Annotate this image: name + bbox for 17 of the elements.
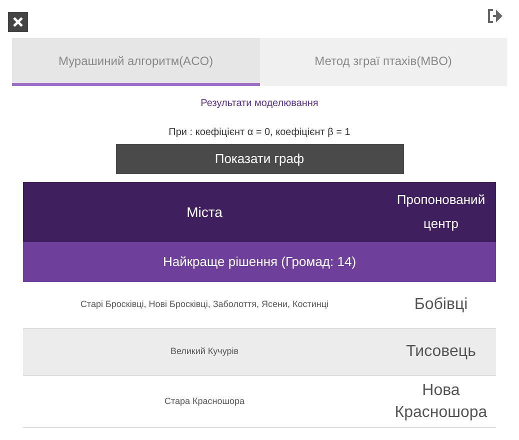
table-cell-text: Нова Красношора [394, 380, 488, 422]
results-title: Результати моделювання [200, 97, 318, 111]
group-header: Найкраще рішення (Громад: 14) [23, 242, 496, 282]
table-cell-text: Бобівці [413, 295, 469, 315]
table-cell-text: Стара Красношора [163, 394, 246, 408]
close-icon [13, 17, 23, 27]
column-header: Пропонований центр [396, 191, 486, 233]
tab[interactable]: Мурашиний алгоритм(ACO) [12, 38, 260, 86]
table-cell-text: Тисовець [405, 342, 477, 362]
table-cell-text: Старі Бросківці, Нові Бросківці, Заболоття, Ясени, Костинці [79, 298, 330, 312]
table-cell-text: Великий Кучурів [169, 345, 240, 358]
tab[interactable]: Метод зграї птахів(MBO) [260, 38, 507, 86]
logout-icon[interactable] [487, 8, 503, 24]
show-graph-button[interactable]: Показати граф [116, 144, 404, 174]
parameters-text: При : коефіцієнт α = 0, коефіцієнт β = 1 [168, 126, 350, 140]
close-button[interactable] [8, 12, 28, 32]
column-header: Міста [186, 202, 224, 222]
